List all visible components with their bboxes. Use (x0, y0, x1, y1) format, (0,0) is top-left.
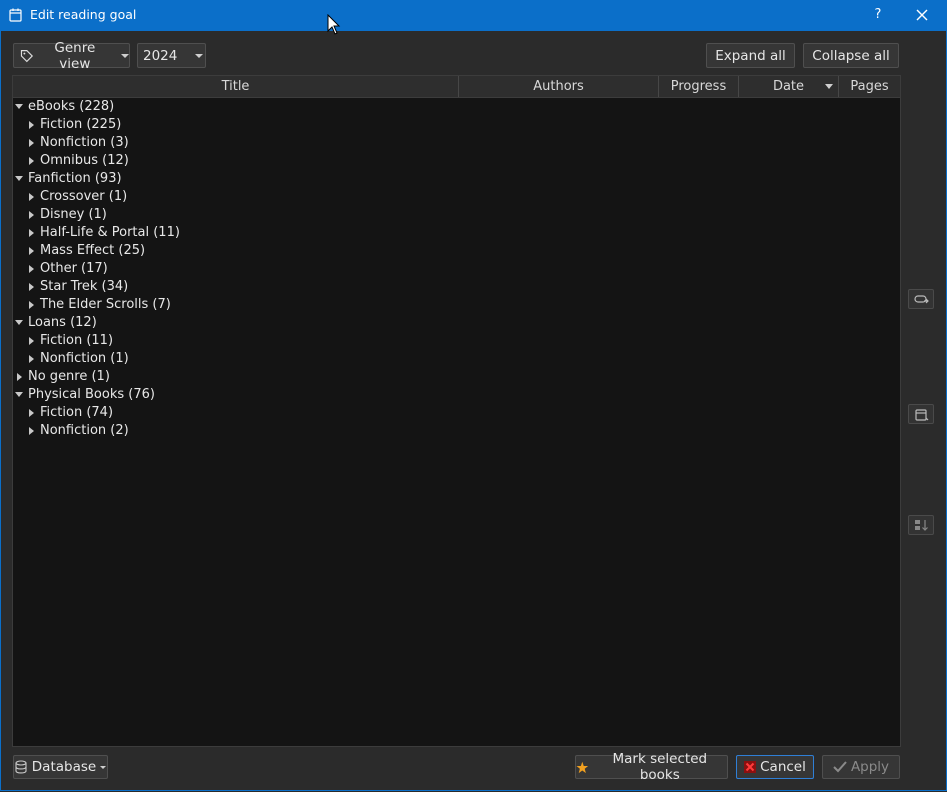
tree-row-label: Nonfiction (3) (40, 135, 129, 150)
tree-row-label: eBooks (228) (28, 99, 115, 114)
collapsed-arrow-icon[interactable] (29, 247, 34, 255)
tree-row-label: Fiction (11) (40, 333, 114, 348)
cancel-x-icon (744, 761, 757, 773)
year-value: 2024 (143, 47, 178, 64)
apply-label: Apply (850, 759, 890, 775)
tree-row[interactable]: Fiction (11) (13, 332, 900, 350)
tree-row[interactable]: Crossover (1) (13, 188, 900, 206)
column-pages[interactable]: Pages (839, 76, 900, 97)
tree-row[interactable]: Omnibus (12) (13, 152, 900, 170)
link-button[interactable] (908, 289, 934, 309)
collapsed-arrow-icon[interactable] (29, 409, 34, 417)
tree-row[interactable]: Star Trek (34) (13, 278, 900, 296)
expanded-arrow-icon[interactable] (15, 176, 23, 181)
chevron-down-icon (195, 53, 204, 58)
chevron-down-icon (100, 765, 107, 769)
column-progress[interactable]: Progress (659, 76, 739, 97)
tree-row[interactable]: No genre (1) (13, 368, 900, 386)
tree-row-label: Physical Books (76) (28, 387, 155, 402)
expanded-arrow-icon[interactable] (15, 392, 23, 397)
collapsed-arrow-icon[interactable] (29, 193, 34, 201)
tag-icon (20, 49, 34, 62)
tree-row[interactable]: Disney (1) (13, 206, 900, 224)
tree-row[interactable]: Mass Effect (25) (13, 242, 900, 260)
sort-down-icon (915, 520, 928, 531)
database-label: Database (31, 759, 97, 775)
collapsed-arrow-icon[interactable] (29, 265, 34, 273)
title-bar: Edit reading goal ? (0, 0, 947, 31)
tree-row-label: Fiction (74) (40, 405, 114, 420)
tree-row-label: The Elder Scrolls (7) (40, 297, 171, 312)
tree-row[interactable]: The Elder Scrolls (7) (13, 296, 900, 314)
tree-row-label: Star Trek (34) (40, 279, 129, 294)
collapse-all-button[interactable]: Collapse all (803, 43, 899, 68)
mark-selected-books-button[interactable]: Mark selected books (575, 751, 728, 783)
tree-row-label: Other (17) (40, 261, 108, 276)
tree-row-label: Omnibus (12) (40, 153, 129, 168)
tree-row[interactable]: Other (17) (13, 260, 900, 278)
expand-all-button[interactable]: Expand all (706, 43, 795, 68)
tree-row[interactable]: Half-Life & Portal (11) (13, 224, 900, 242)
database-dropdown[interactable]: Database (13, 755, 108, 779)
mark-selected-books-label: Mark selected books (612, 751, 708, 783)
tree-row-label: Fanfiction (93) (28, 171, 122, 186)
column-date[interactable]: Date (739, 76, 839, 97)
calendar-button[interactable] (908, 404, 934, 424)
expanded-arrow-icon[interactable] (15, 320, 23, 325)
collapsed-arrow-icon[interactable] (29, 427, 34, 435)
column-header: Title Authors Progress Date Pages (13, 76, 900, 98)
collapsed-arrow-icon[interactable] (29, 121, 34, 129)
collapsed-arrow-icon[interactable] (29, 157, 34, 165)
tree-row[interactable]: Loans (12) (13, 314, 900, 332)
cancel-label: Cancel (760, 759, 806, 775)
expanded-arrow-icon[interactable] (15, 104, 23, 109)
tree-row-label: Loans (12) (28, 315, 97, 330)
close-icon[interactable] (908, 4, 936, 26)
chevron-down-icon (121, 53, 129, 58)
view-mode-label: Genre view (54, 39, 96, 72)
tree-row-label: Nonfiction (1) (40, 351, 129, 366)
tree-row-label: Nonfiction (2) (40, 423, 129, 438)
sort-descending-icon (825, 84, 833, 89)
apply-button[interactable]: Apply (822, 755, 900, 779)
tree-row[interactable]: Nonfiction (2) (13, 422, 900, 440)
column-title[interactable]: Title (13, 76, 459, 97)
tree-row[interactable]: Physical Books (76) (13, 386, 900, 404)
view-mode-dropdown[interactable]: Genre view (13, 40, 130, 72)
book-tree[interactable]: Title Authors Progress Date Pages eBooks… (12, 75, 901, 747)
star-pin-icon (576, 761, 589, 773)
tree-row[interactable]: Fanfiction (93) (13, 170, 900, 188)
link-arrow-icon (914, 295, 929, 304)
tree-row-label: Fiction (225) (40, 117, 122, 132)
collapsed-arrow-icon[interactable] (29, 211, 34, 219)
calendar-icon (915, 409, 929, 421)
sort-down-button[interactable] (908, 515, 934, 535)
tree-row-label: Crossover (1) (40, 189, 128, 204)
tree-row[interactable]: Nonfiction (1) (13, 350, 900, 368)
tree-row[interactable]: Fiction (225) (13, 116, 900, 134)
collapsed-arrow-icon[interactable] (29, 283, 34, 291)
tree-row[interactable]: Fiction (74) (13, 404, 900, 422)
tree-row[interactable]: eBooks (228) (13, 98, 900, 116)
collapsed-arrow-icon[interactable] (29, 139, 34, 147)
tree-row-label: No genre (1) (28, 369, 110, 384)
collapsed-arrow-icon[interactable] (29, 229, 34, 237)
tree-row-label: Half-Life & Portal (11) (40, 225, 180, 240)
column-authors[interactable]: Authors (459, 76, 659, 97)
calendar-edit-icon (9, 8, 22, 22)
collapsed-arrow-icon[interactable] (29, 301, 34, 309)
database-icon (15, 760, 27, 774)
tree-row[interactable]: Nonfiction (3) (13, 134, 900, 152)
help-button[interactable]: ? (866, 4, 890, 26)
collapsed-arrow-icon[interactable] (29, 355, 34, 363)
collapsed-arrow-icon[interactable] (29, 337, 34, 345)
column-date-label: Date (772, 79, 805, 94)
tree-row-label: Mass Effect (25) (40, 243, 146, 258)
cancel-button[interactable]: Cancel (736, 755, 814, 779)
checkmark-icon (833, 761, 847, 773)
year-dropdown[interactable]: 2024 (137, 43, 206, 68)
window-title: Edit reading goal (30, 7, 137, 22)
tree-row-label: Disney (1) (40, 207, 107, 222)
collapsed-arrow-icon[interactable] (17, 373, 22, 381)
